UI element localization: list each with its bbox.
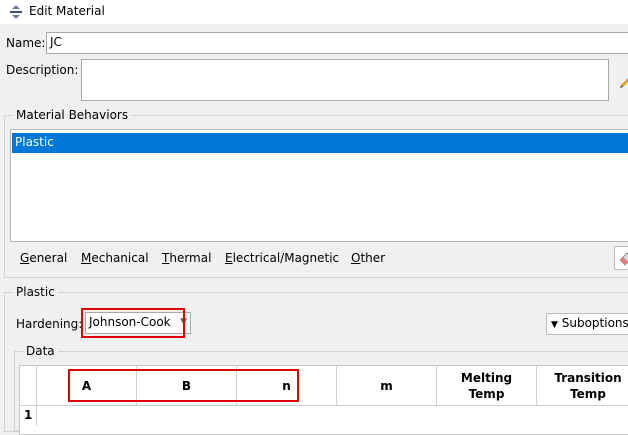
column-header-melting-temp[interactable]: Melting Temp <box>437 366 537 406</box>
suboptions-label: Suboptions <box>561 316 628 330</box>
list-item[interactable]: Plastic <box>12 133 628 153</box>
title-bar: Edit Material <box>0 0 628 24</box>
menu-mechanical[interactable]: Mechanical <box>81 251 149 265</box>
hardening-label: Hardening: <box>16 317 83 331</box>
behaviors-list[interactable]: Plastic <box>10 129 628 242</box>
name-label: Name: <box>6 36 46 50</box>
material-icon <box>10 5 22 19</box>
menu-mnemonic: G <box>20 251 30 265</box>
window-title: Edit Material <box>29 4 105 18</box>
menu-electrical-magnetic[interactable]: Electrical/Magnetic <box>225 251 339 265</box>
suboptions-button[interactable]: ▼ Suboptions <box>546 313 628 335</box>
pencil-icon[interactable] <box>618 72 628 88</box>
eraser-icon <box>619 252 628 266</box>
row-header: 1 <box>20 406 37 426</box>
menu-label: hermal <box>169 251 212 265</box>
name-field[interactable]: JC <box>46 32 628 54</box>
menu-thermal[interactable]: Thermal <box>162 251 211 265</box>
menu-label: lectrical/Magnetic <box>232 251 340 265</box>
highlight-box <box>81 308 185 338</box>
data-label: Data <box>23 344 58 358</box>
description-field[interactable] <box>81 59 609 101</box>
description-label: Description: <box>6 63 79 77</box>
menu-label: eneral <box>29 251 68 265</box>
menu-label: echanical <box>91 251 149 265</box>
column-header-m[interactable]: m <box>337 366 437 406</box>
menu-label: ther <box>360 251 386 265</box>
menu-other[interactable]: Other <box>351 251 385 265</box>
corner-cell <box>20 366 37 406</box>
plastic-label: Plastic <box>13 285 58 299</box>
delete-behavior-button[interactable] <box>614 246 628 270</box>
column-header-transition-temp[interactable]: Transition Temp <box>537 366 628 406</box>
menu-mnemonic: E <box>225 251 233 265</box>
highlight-box <box>68 369 299 402</box>
menu-general[interactable]: General <box>20 251 67 265</box>
menu-mnemonic: M <box>81 251 92 265</box>
material-behaviors-label: Material Behaviors <box>13 108 132 122</box>
triangle-down-icon: ▼ <box>551 320 558 330</box>
